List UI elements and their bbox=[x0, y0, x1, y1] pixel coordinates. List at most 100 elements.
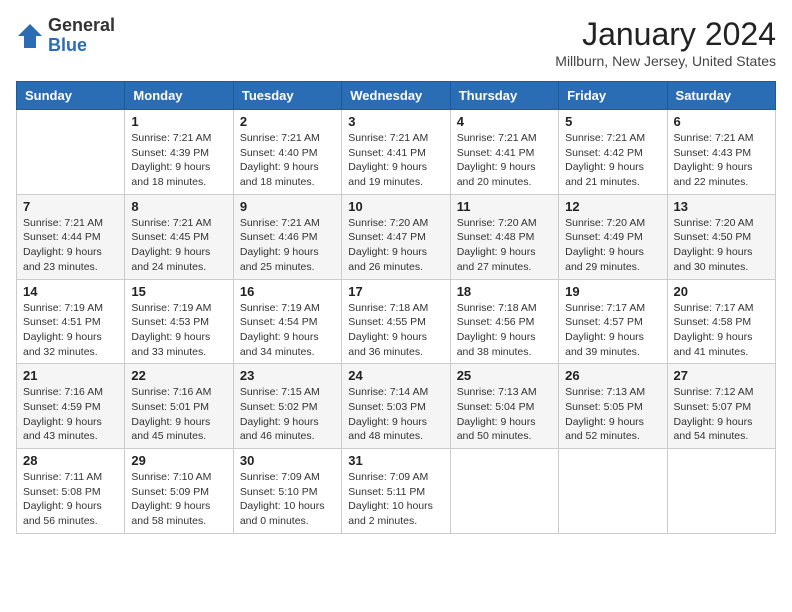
day-info: Sunrise: 7:20 AMSunset: 4:48 PMDaylight:… bbox=[457, 216, 552, 275]
day-number: 28 bbox=[23, 453, 118, 468]
logo: General Blue bbox=[16, 16, 115, 56]
calendar-day-cell: 10 Sunrise: 7:20 AMSunset: 4:47 PMDayligh… bbox=[342, 194, 450, 279]
day-number: 26 bbox=[565, 368, 660, 383]
day-info: Sunrise: 7:16 AMSunset: 5:01 PMDaylight:… bbox=[131, 385, 226, 444]
calendar-day-cell: 26 Sunrise: 7:13 AMSunset: 5:05 PMDayligh… bbox=[559, 364, 667, 449]
logo-general-text: General bbox=[48, 16, 115, 36]
calendar-empty-cell bbox=[450, 449, 558, 534]
calendar-day-cell: 31Sunrise: 7:09 AMSunset: 5:11 PMDayligh… bbox=[342, 449, 450, 534]
day-info: Sunrise: 7:16 AMSunset: 4:59 PMDaylight:… bbox=[23, 385, 118, 444]
calendar-day-cell: 27Sunrise: 7:12 AMSunset: 5:07 PMDayligh… bbox=[667, 364, 775, 449]
calendar-day-cell: 30Sunrise: 7:09 AMSunset: 5:10 PMDayligh… bbox=[233, 449, 341, 534]
day-of-week-header: Tuesday bbox=[233, 82, 341, 110]
calendar-day-cell: 3 Sunrise: 7:21 AMSunset: 4:41 PMDaylight… bbox=[342, 110, 450, 195]
day-info: Sunrise: 7:12 AMSunset: 5:07 PMDaylight:… bbox=[674, 385, 769, 444]
day-number: 29 bbox=[131, 453, 226, 468]
day-info: Sunrise: 7:17 AMSunset: 4:57 PMDaylight:… bbox=[565, 301, 660, 360]
calendar-day-cell: 23 Sunrise: 7:15 AMSunset: 5:02 PMDayligh… bbox=[233, 364, 341, 449]
day-info: Sunrise: 7:21 AMSunset: 4:40 PMDaylight:… bbox=[240, 131, 335, 190]
calendar-week-row: 14Sunrise: 7:19 AMSunset: 4:51 PMDayligh… bbox=[17, 279, 776, 364]
day-info: Sunrise: 7:18 AMSunset: 4:56 PMDaylight:… bbox=[457, 301, 552, 360]
day-info: Sunrise: 7:15 AMSunset: 5:02 PMDaylight:… bbox=[240, 385, 335, 444]
title-block: January 2024 Millburn, New Jersey, Unite… bbox=[555, 16, 776, 69]
calendar-day-cell: 7Sunrise: 7:21 AMSunset: 4:44 PMDaylight… bbox=[17, 194, 125, 279]
calendar-day-cell: 19Sunrise: 7:17 AMSunset: 4:57 PMDayligh… bbox=[559, 279, 667, 364]
day-info: Sunrise: 7:18 AMSunset: 4:55 PMDaylight:… bbox=[348, 301, 443, 360]
calendar-empty-cell bbox=[17, 110, 125, 195]
day-info: Sunrise: 7:21 AMSunset: 4:39 PMDaylight:… bbox=[131, 131, 226, 190]
day-info: Sunrise: 7:09 AMSunset: 5:10 PMDaylight:… bbox=[240, 470, 335, 529]
day-number: 11 bbox=[457, 199, 552, 214]
day-number: 6 bbox=[674, 114, 769, 129]
day-number: 17 bbox=[348, 284, 443, 299]
day-info: Sunrise: 7:09 AMSunset: 5:11 PMDaylight:… bbox=[348, 470, 443, 529]
calendar-day-cell: 22Sunrise: 7:16 AMSunset: 5:01 PMDayligh… bbox=[125, 364, 233, 449]
calendar-day-cell: 6 Sunrise: 7:21 AMSunset: 4:43 PMDaylight… bbox=[667, 110, 775, 195]
calendar-week-row: 28 Sunrise: 7:11 AMSunset: 5:08 PMDayligh… bbox=[17, 449, 776, 534]
calendar-day-cell: 12 Sunrise: 7:20 AMSunset: 4:49 PMDayligh… bbox=[559, 194, 667, 279]
calendar-day-cell: 11 Sunrise: 7:20 AMSunset: 4:48 PMDayligh… bbox=[450, 194, 558, 279]
day-of-week-header: Saturday bbox=[667, 82, 775, 110]
logo-icon bbox=[16, 22, 44, 50]
day-number: 13 bbox=[674, 199, 769, 214]
day-info: Sunrise: 7:20 AMSunset: 4:49 PMDaylight:… bbox=[565, 216, 660, 275]
day-info: Sunrise: 7:11 AMSunset: 5:08 PMDaylight:… bbox=[23, 470, 118, 529]
calendar-day-cell: 25Sunrise: 7:13 AMSunset: 5:04 PMDayligh… bbox=[450, 364, 558, 449]
calendar-day-cell: 9 Sunrise: 7:21 AMSunset: 4:46 PMDaylight… bbox=[233, 194, 341, 279]
day-number: 8 bbox=[131, 199, 226, 214]
day-info: Sunrise: 7:21 AMSunset: 4:41 PMDaylight:… bbox=[348, 131, 443, 190]
day-info: Sunrise: 7:21 AMSunset: 4:44 PMDaylight:… bbox=[23, 216, 118, 275]
day-of-week-header: Sunday bbox=[17, 82, 125, 110]
day-info: Sunrise: 7:21 AMSunset: 4:41 PMDaylight:… bbox=[457, 131, 552, 190]
day-info: Sunrise: 7:21 AMSunset: 4:45 PMDaylight:… bbox=[131, 216, 226, 275]
calendar-day-cell: 24 Sunrise: 7:14 AMSunset: 5:03 PMDayligh… bbox=[342, 364, 450, 449]
day-info: Sunrise: 7:20 AMSunset: 4:50 PMDaylight:… bbox=[674, 216, 769, 275]
calendar-week-row: 1 Sunrise: 7:21 AMSunset: 4:39 PMDaylight… bbox=[17, 110, 776, 195]
day-number: 9 bbox=[240, 199, 335, 214]
day-info: Sunrise: 7:21 AMSunset: 4:43 PMDaylight:… bbox=[674, 131, 769, 190]
day-number: 2 bbox=[240, 114, 335, 129]
day-number: 12 bbox=[565, 199, 660, 214]
calendar-day-cell: 29 Sunrise: 7:10 AMSunset: 5:09 PMDayligh… bbox=[125, 449, 233, 534]
day-of-week-header: Monday bbox=[125, 82, 233, 110]
page-header: General Blue January 2024 Millburn, New … bbox=[16, 16, 776, 69]
day-info: Sunrise: 7:21 AMSunset: 4:42 PMDaylight:… bbox=[565, 131, 660, 190]
day-info: Sunrise: 7:20 AMSunset: 4:47 PMDaylight:… bbox=[348, 216, 443, 275]
day-number: 21 bbox=[23, 368, 118, 383]
calendar-day-cell: 2 Sunrise: 7:21 AMSunset: 4:40 PMDaylight… bbox=[233, 110, 341, 195]
calendar-empty-cell bbox=[559, 449, 667, 534]
day-number: 10 bbox=[348, 199, 443, 214]
day-info: Sunrise: 7:21 AMSunset: 4:46 PMDaylight:… bbox=[240, 216, 335, 275]
calendar-day-cell: 28 Sunrise: 7:11 AMSunset: 5:08 PMDayligh… bbox=[17, 449, 125, 534]
day-info: Sunrise: 7:13 AMSunset: 5:04 PMDaylight:… bbox=[457, 385, 552, 444]
calendar-day-cell: 8 Sunrise: 7:21 AMSunset: 4:45 PMDaylight… bbox=[125, 194, 233, 279]
day-info: Sunrise: 7:14 AMSunset: 5:03 PMDaylight:… bbox=[348, 385, 443, 444]
calendar-day-cell: 4Sunrise: 7:21 AMSunset: 4:41 PMDaylight… bbox=[450, 110, 558, 195]
calendar-day-cell: 13 Sunrise: 7:20 AMSunset: 4:50 PMDayligh… bbox=[667, 194, 775, 279]
day-number: 20 bbox=[674, 284, 769, 299]
calendar-day-cell: 14Sunrise: 7:19 AMSunset: 4:51 PMDayligh… bbox=[17, 279, 125, 364]
day-number: 1 bbox=[131, 114, 226, 129]
day-info: Sunrise: 7:10 AMSunset: 5:09 PMDaylight:… bbox=[131, 470, 226, 529]
logo-blue-text: Blue bbox=[48, 36, 115, 56]
day-info: Sunrise: 7:13 AMSunset: 5:05 PMDaylight:… bbox=[565, 385, 660, 444]
day-of-week-header: Wednesday bbox=[342, 82, 450, 110]
day-number: 18 bbox=[457, 284, 552, 299]
month-title: January 2024 bbox=[555, 16, 776, 53]
day-number: 23 bbox=[240, 368, 335, 383]
day-number: 24 bbox=[348, 368, 443, 383]
calendar-day-cell: 20 Sunrise: 7:17 AMSunset: 4:58 PMDayligh… bbox=[667, 279, 775, 364]
day-number: 15 bbox=[131, 284, 226, 299]
calendar-day-cell: 21 Sunrise: 7:16 AMSunset: 4:59 PMDayligh… bbox=[17, 364, 125, 449]
calendar-week-row: 7Sunrise: 7:21 AMSunset: 4:44 PMDaylight… bbox=[17, 194, 776, 279]
day-number: 3 bbox=[348, 114, 443, 129]
calendar-day-cell: 18 Sunrise: 7:18 AMSunset: 4:56 PMDayligh… bbox=[450, 279, 558, 364]
logo-text: General Blue bbox=[48, 16, 115, 56]
day-of-week-header: Thursday bbox=[450, 82, 558, 110]
calendar-day-cell: 17 Sunrise: 7:18 AMSunset: 4:55 PMDayligh… bbox=[342, 279, 450, 364]
day-info: Sunrise: 7:17 AMSunset: 4:58 PMDaylight:… bbox=[674, 301, 769, 360]
calendar-week-row: 21 Sunrise: 7:16 AMSunset: 4:59 PMDayligh… bbox=[17, 364, 776, 449]
calendar-day-cell: 5Sunrise: 7:21 AMSunset: 4:42 PMDaylight… bbox=[559, 110, 667, 195]
calendar-day-cell: 1 Sunrise: 7:21 AMSunset: 4:39 PMDaylight… bbox=[125, 110, 233, 195]
day-info: Sunrise: 7:19 AMSunset: 4:53 PMDaylight:… bbox=[131, 301, 226, 360]
